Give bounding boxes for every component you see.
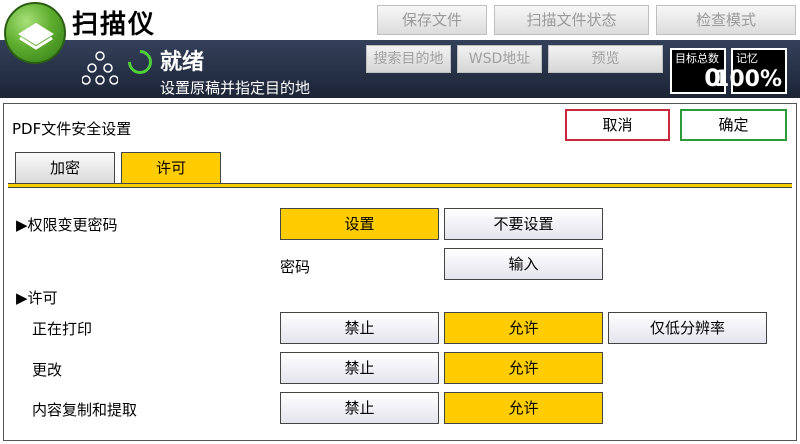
scan-file-status-button[interactable]: 扫描文件状态 [494,5,649,35]
change-password-label: ▶权限变更密码 [16,216,118,234]
copy-extract-allow-button[interactable]: 允许 [444,392,603,424]
set-password-button[interactable]: 设置 [280,208,439,240]
printing-prohibit-button[interactable]: 禁止 [280,312,439,344]
printing-allow-button[interactable]: 允许 [444,312,603,344]
no-password-button[interactable]: 不要设置 [444,208,603,240]
job-dots-icon [81,50,119,90]
memory-counter: 记忆 100% [714,48,787,94]
preview-button[interactable]: 预览 [548,45,663,73]
password-input-button[interactable]: 输入 [444,248,603,280]
copy-extract-label: 内容复制和提取 [32,401,138,419]
memory-label: 记忆 [736,52,758,65]
check-mode-button[interactable]: 检查模式 [656,5,796,35]
app-title: 扫描仪 [72,10,157,40]
save-file-button[interactable]: 保存文件 [377,5,487,35]
ok-button[interactable]: 确定 [680,109,787,141]
wsd-address-button[interactable]: WSD地址 [457,45,542,73]
printing-label: 正在打印 [32,320,93,338]
search-destination-button[interactable]: 搜索目的地 [366,45,451,73]
memory-value: 100% [714,67,782,92]
panel-title: PDF文件安全设置 [12,120,132,138]
tab-underline [8,183,792,188]
changes-label: 更改 [32,361,63,379]
changes-prohibit-button[interactable]: 禁止 [280,352,439,384]
cancel-button[interactable]: 取消 [565,109,670,141]
permissions-label: ▶许可 [16,289,58,307]
changes-allow-button[interactable]: 允许 [444,352,603,384]
scanner-logo-icon [4,2,66,64]
copy-extract-prohibit-button[interactable]: 禁止 [280,392,439,424]
password-label: 密码 [280,258,311,276]
status-message: 设置原稿并指定目的地 [160,79,311,97]
printing-low-resolution-button[interactable]: 仅低分辨率 [608,312,767,344]
tab-permission[interactable]: 许可 [121,152,221,184]
tab-encryption[interactable]: 加密 [15,152,115,184]
status-state: 就绪 [160,50,205,75]
